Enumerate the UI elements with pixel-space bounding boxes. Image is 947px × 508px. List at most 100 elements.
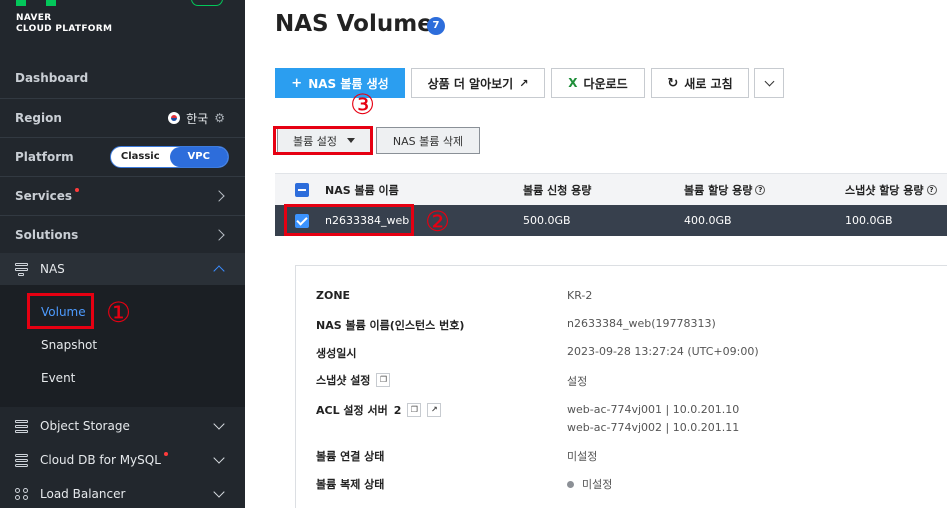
server-icon <box>15 263 29 276</box>
detail-label-name: NAS 볼륨 이름(인스턴스 번호) <box>316 319 465 332</box>
excel-icon: X <box>568 76 578 90</box>
button-label: 상품 더 알아보기 <box>427 76 514 91</box>
help-icon[interactable]: ? <box>926 184 937 195</box>
chevron-up-icon <box>213 265 225 277</box>
chevron-right-icon <box>213 190 225 202</box>
chevron-down-icon <box>213 485 225 498</box>
notification-dot <box>75 188 80 192</box>
load-balancer-icon <box>15 488 29 500</box>
external-link-icon[interactable]: ↗ <box>427 403 442 417</box>
button-label: NAS 볼륨 생성 <box>308 76 389 91</box>
nas-submenu-snapshot[interactable]: Snapshot <box>41 338 97 352</box>
detail-label-replica: 볼륨 복제 상태 <box>316 478 385 491</box>
platform-option-vpc[interactable]: VPC <box>169 147 228 167</box>
sidebar-item-label: Cloud DB for MySQL <box>40 453 161 467</box>
detail-label-zone: ZONE <box>316 289 351 302</box>
divider <box>0 215 245 216</box>
refresh-button[interactable]: ↻ 새로 고침 <box>651 68 749 98</box>
chevron-down-icon <box>213 451 225 464</box>
column-header-name[interactable]: NAS 볼륨 이름 <box>325 174 399 205</box>
detail-value-acl-1: web-ac-774vj001 | 10.0.201.10 <box>567 403 740 416</box>
create-nas-volume-button[interactable]: + NAS 볼륨 생성 <box>275 68 405 98</box>
detail-label-mount: 볼륨 연결 상태 <box>316 450 385 463</box>
brand-name: NAVER <box>16 13 52 23</box>
detail-value-name: n2633384_web(19778313) <box>567 317 716 330</box>
detail-label-acl: ACL 설정 서버 2 ❐ ↗ <box>316 402 442 418</box>
detail-value-mount: 미설정 <box>567 450 598 463</box>
storage-icon <box>15 420 29 433</box>
sidebar-item-dashboard[interactable]: Dashboard <box>0 62 245 94</box>
annotation-number-3: ③ <box>350 88 376 121</box>
annotation-box-row <box>284 204 414 236</box>
region-label: Region <box>15 111 62 125</box>
brand-badge <box>191 0 223 6</box>
cell-requested-capacity: 500.0GB <box>523 214 571 227</box>
detail-panel: ZONE KR-2 NAS 볼륨 이름(인스턴스 번호) n2633384_we… <box>295 265 947 508</box>
region-name: 한국 <box>186 111 209 126</box>
naver-logo-mark <box>16 0 60 6</box>
notification-dot <box>163 452 168 456</box>
app-window: NAVER CLOUD PLATFORM Dashboard Region 한국… <box>0 0 947 508</box>
copy-icon[interactable]: ❐ <box>407 403 422 417</box>
sidebar-item-solutions[interactable]: Solutions <box>0 219 245 251</box>
sidebar-item-load-balancer[interactable]: Load Balancer <box>0 478 245 508</box>
database-icon <box>15 454 29 467</box>
column-header-snapshot[interactable]: 스냅샷 할당 용량? <box>845 174 937 205</box>
button-label: NAS 볼륨 삭제 <box>392 134 464 148</box>
annotation-box-volume <box>27 293 94 329</box>
sidebar-item-label: NAS <box>40 262 65 276</box>
column-header-allocated[interactable]: 볼륨 할당 용량? <box>684 174 766 205</box>
table-header: NAS 볼륨 이름 볼륨 신청 용량 볼륨 할당 용량? 스냅샷 할당 용량? <box>275 173 947 205</box>
volume-count-badge: 7 <box>427 17 445 35</box>
detail-value-replica: 미설정 <box>567 476 612 492</box>
learn-more-button[interactable]: 상품 더 알아보기 ↗ <box>411 68 545 98</box>
download-button[interactable]: X 다운로드 <box>551 68 645 98</box>
sidebar-item-object-storage[interactable]: Object Storage <box>0 410 245 442</box>
platform-toggle[interactable]: Classic VPC <box>110 146 229 168</box>
detail-value-acl-2: web-ac-774vj002 | 10.0.201.11 <box>567 421 740 434</box>
plus-icon: + <box>291 75 303 91</box>
divider <box>0 176 245 177</box>
delete-nas-volume-button[interactable]: NAS 볼륨 삭제 <box>376 127 480 154</box>
replica-status-text: 미설정 <box>582 478 613 491</box>
copy-icon[interactable]: ❐ <box>376 373 391 387</box>
cell-snapshot-capacity: 100.0GB <box>845 214 893 227</box>
detail-label-snapshot: 스냅샷 설정 ❐ <box>316 372 391 388</box>
sidebar-item-nas[interactable]: NAS <box>0 253 245 285</box>
column-header-label: 스냅샷 할당 용량 <box>845 183 924 197</box>
more-options-button[interactable] <box>754 68 784 98</box>
detail-label-text: ACL 설정 서버 <box>316 404 388 417</box>
divider <box>0 98 245 99</box>
sidebar: NAVER CLOUD PLATFORM Dashboard Region 한국… <box>0 0 245 508</box>
sidebar-item-cloud-db-mysql[interactable]: Cloud DB for MySQL <box>0 444 245 476</box>
platform-label: Platform <box>15 150 74 164</box>
status-dot-icon <box>567 480 574 488</box>
sidebar-item-services[interactable]: Services <box>0 180 245 212</box>
platform-option-classic[interactable]: Classic <box>111 147 170 167</box>
annotation-number-1: ① <box>106 296 132 329</box>
detail-value-created: 2023-09-28 13:27:24 (UTC+09:00) <box>567 345 759 358</box>
column-header-requested[interactable]: 볼륨 신청 용량 <box>523 174 591 205</box>
page-title: NAS Volume <box>275 11 433 37</box>
chevron-down-icon <box>213 417 225 430</box>
annotation-number-2: ② <box>425 205 451 238</box>
sidebar-item-label: Object Storage <box>40 419 130 433</box>
select-all-checkbox[interactable] <box>295 174 309 205</box>
chevron-down-icon <box>764 76 774 86</box>
divider <box>0 137 245 138</box>
sidebar-item-label: Services <box>15 189 73 203</box>
sidebar-item-label: Dashboard <box>15 71 89 85</box>
detail-value-snapshot: 설정 <box>567 375 588 388</box>
help-icon[interactable]: ? <box>755 184 766 195</box>
region-selector[interactable]: Region 한국 ⚙ <box>0 102 245 134</box>
nas-submenu-event[interactable]: Event <box>41 371 75 385</box>
checkbox-indeterminate-icon <box>295 182 309 197</box>
acl-count: 2 <box>393 403 402 417</box>
region-value: 한국 ⚙ <box>168 110 225 127</box>
sidebar-item-label: Load Balancer <box>40 487 126 501</box>
detail-label-text: 스냅샷 설정 <box>316 374 371 387</box>
button-label: 새로 고침 <box>684 76 733 91</box>
gear-icon[interactable]: ⚙ <box>214 111 225 125</box>
cell-allocated-capacity: 400.0GB <box>684 214 732 227</box>
detail-value-zone: KR-2 <box>567 289 593 302</box>
